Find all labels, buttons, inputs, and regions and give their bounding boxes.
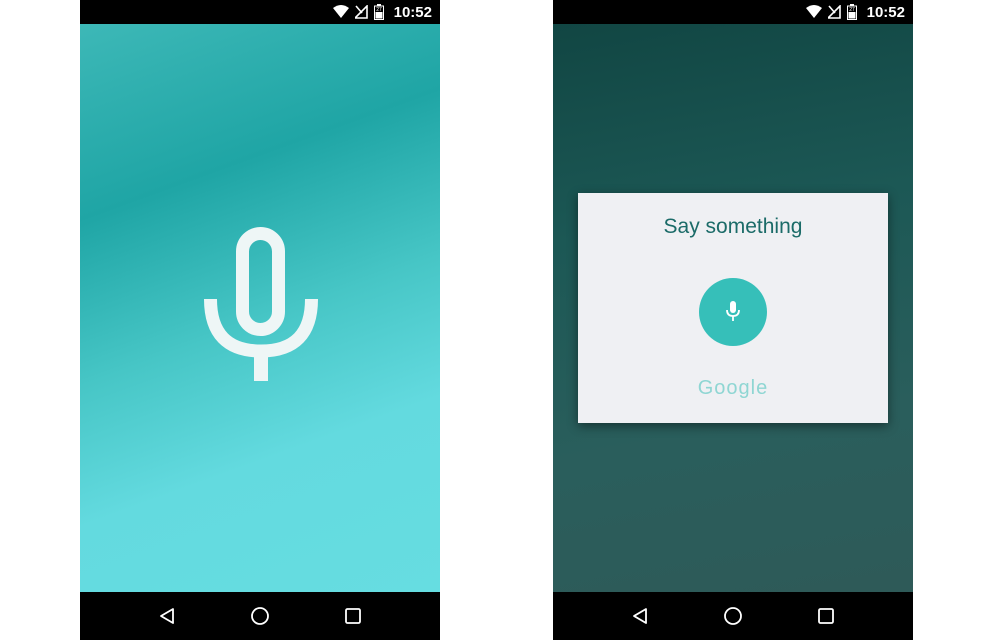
mic-button[interactable]	[699, 278, 767, 346]
recents-button[interactable]	[806, 596, 846, 636]
status-bar: 27 10:52	[80, 0, 440, 24]
signal-off-icon	[827, 5, 841, 19]
phone-screen-listening: 27 10:52	[80, 0, 440, 640]
back-button[interactable]	[147, 596, 187, 636]
recents-icon	[345, 608, 362, 624]
listening-background	[80, 24, 440, 592]
back-button[interactable]	[620, 596, 660, 636]
battery-icon: 27	[373, 4, 384, 20]
google-logo: Google	[697, 377, 769, 399]
svg-text:27: 27	[849, 7, 855, 13]
back-icon	[159, 608, 174, 624]
microphone-icon	[726, 301, 740, 321]
phone-screen-dialog: 27 10:52 Say something Google	[553, 0, 913, 640]
microphone-icon	[204, 227, 318, 381]
status-time: 10:52	[393, 3, 432, 21]
voice-input-dialog: Say something Google	[578, 193, 888, 423]
recents-icon	[818, 608, 835, 624]
wifi-icon	[805, 5, 822, 19]
status-bar: 27 10:52	[553, 0, 913, 24]
navigation-bar	[553, 592, 913, 640]
status-time: 10:52	[866, 3, 905, 21]
battery-icon: 27	[846, 4, 857, 20]
svg-text:27: 27	[376, 7, 382, 13]
home-icon	[724, 607, 742, 625]
dimmed-background[interactable]: Say something Google	[553, 24, 913, 592]
recents-button[interactable]	[333, 596, 373, 636]
home-button[interactable]	[240, 596, 280, 636]
navigation-bar	[80, 592, 440, 640]
back-icon	[632, 608, 647, 624]
wifi-icon	[332, 5, 349, 19]
home-icon	[251, 607, 269, 625]
signal-off-icon	[354, 5, 368, 19]
home-button[interactable]	[713, 596, 753, 636]
dialog-title: Say something	[663, 215, 803, 238]
